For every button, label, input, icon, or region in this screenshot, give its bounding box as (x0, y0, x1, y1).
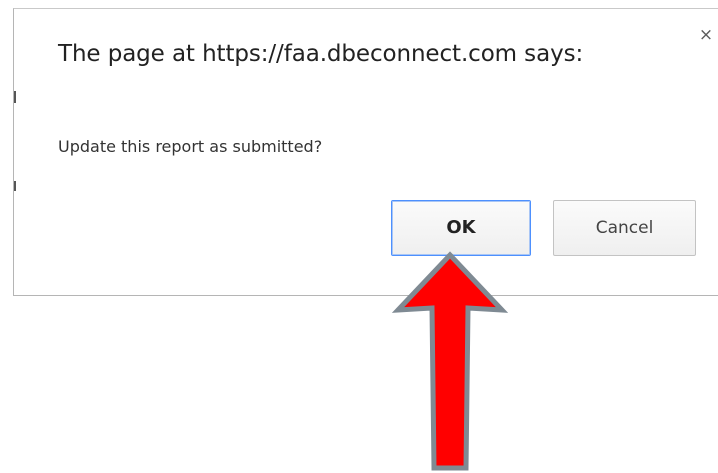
ok-button[interactable]: OK (391, 200, 531, 256)
edge-mark (14, 91, 16, 103)
edge-mark (14, 181, 16, 191)
close-icon[interactable]: × (696, 25, 716, 45)
screenshot-canvas: The page at https://faa.dbeconnect.com s… (0, 0, 718, 473)
dialog-title: The page at https://faa.dbeconnect.com s… (58, 41, 584, 67)
dialog-message: Update this report as submitted? (58, 137, 323, 156)
red-arrow-annotation (391, 251, 509, 471)
arrow-shape (391, 251, 509, 471)
alert-dialog: The page at https://faa.dbeconnect.com s… (13, 8, 718, 296)
cancel-button[interactable]: Cancel (553, 200, 696, 256)
